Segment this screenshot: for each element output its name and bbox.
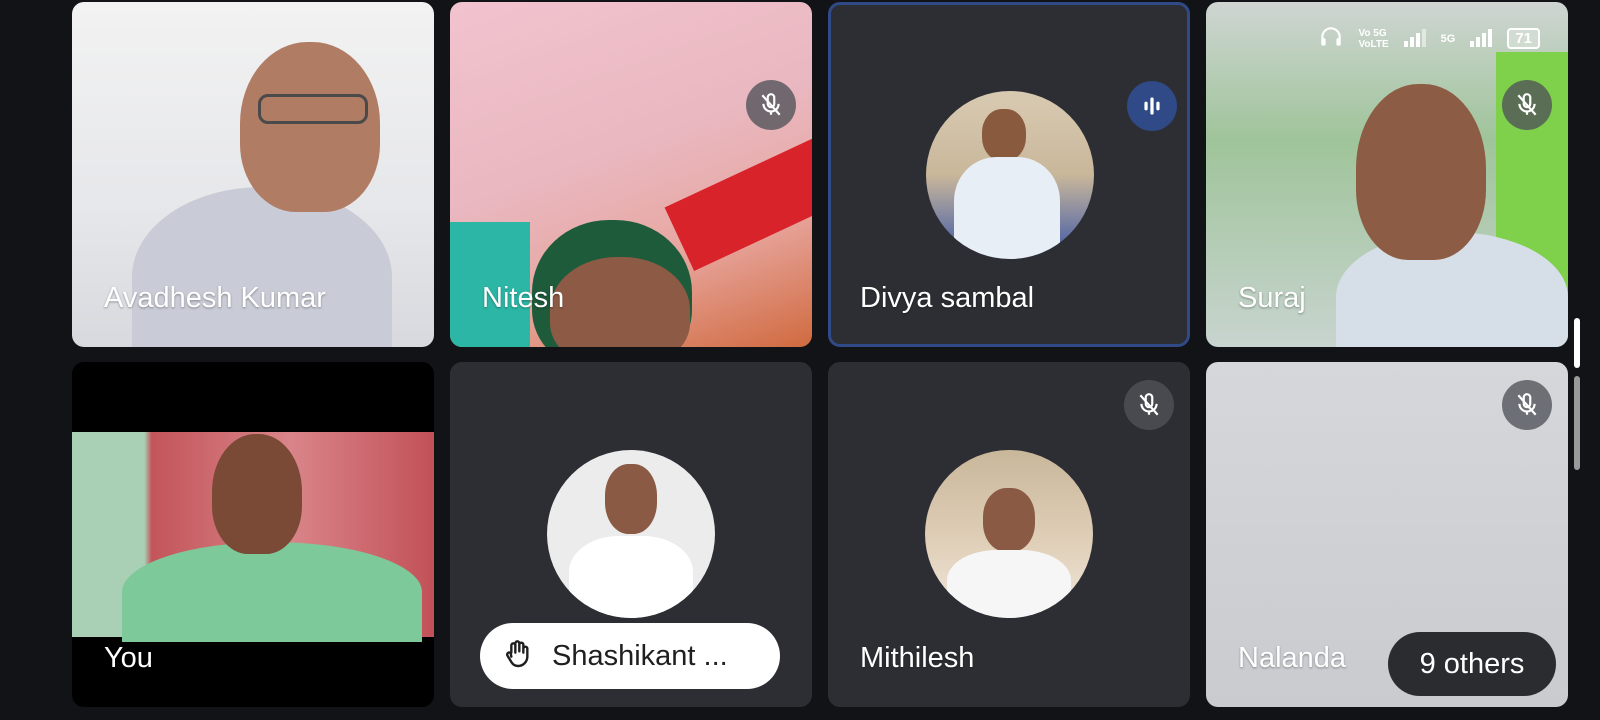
avatar (926, 91, 1094, 259)
participant-shirt (122, 542, 422, 642)
headphones-icon (1318, 24, 1344, 53)
signal-icon-2 (1469, 27, 1493, 50)
network-label: Vo 5G VoLTE (1358, 27, 1389, 50)
avatar (547, 450, 715, 618)
scrollbar-track (1574, 376, 1580, 470)
scrollbar-thumb[interactable] (1574, 318, 1580, 368)
participant-face (1356, 84, 1486, 260)
mic-off-icon (746, 80, 796, 130)
mic-off-icon (1502, 380, 1552, 430)
participant-name: Nalanda (1238, 642, 1347, 674)
participant-tile-avadhesh-kumar[interactable]: Avadhesh Kumar (72, 2, 434, 347)
participant-name: Mithilesh (860, 642, 975, 674)
participant-name: Nitesh (482, 282, 565, 314)
participant-video (132, 187, 392, 347)
glasses (258, 94, 368, 124)
participant-face (550, 257, 690, 347)
participant-name: Shashikant ... (552, 639, 728, 672)
battery-indicator: 71 (1507, 28, 1540, 49)
participant-tile-shashikant[interactable]: Shashikant ... (450, 362, 812, 707)
participant-face (240, 42, 380, 212)
avatar (925, 450, 1093, 618)
participant-tile-you[interactable]: You (72, 362, 434, 707)
participant-name: Avadhesh Kumar (104, 282, 326, 314)
participant-name: You (104, 642, 153, 674)
participant-tile-nitesh[interactable]: Nitesh (450, 2, 812, 347)
signal-icon (1403, 27, 1427, 50)
participant-name: Divya sambal (860, 282, 1035, 314)
background-shelf (664, 123, 812, 271)
secondary-network-label: 5G (1440, 32, 1456, 45)
status-bar: Vo 5G VoLTE 5G 71 (1318, 24, 1540, 53)
raised-hand-pill[interactable]: Shashikant ... (480, 623, 780, 689)
participant-name: Suraj (1238, 282, 1306, 314)
others-button[interactable]: 9 others (1388, 632, 1556, 696)
raised-hand-icon (502, 638, 534, 675)
participant-tile-suraj[interactable]: Suraj (1206, 2, 1568, 347)
participant-face (212, 434, 302, 554)
participant-tile-mithilesh[interactable]: Mithilesh (828, 362, 1190, 707)
participant-tile-divya-sambal[interactable]: Divya sambal (828, 2, 1190, 347)
speaking-indicator-icon (1127, 81, 1177, 131)
mic-off-icon (1502, 80, 1552, 130)
scrollbar[interactable] (1574, 318, 1580, 470)
mic-off-icon (1124, 380, 1174, 430)
